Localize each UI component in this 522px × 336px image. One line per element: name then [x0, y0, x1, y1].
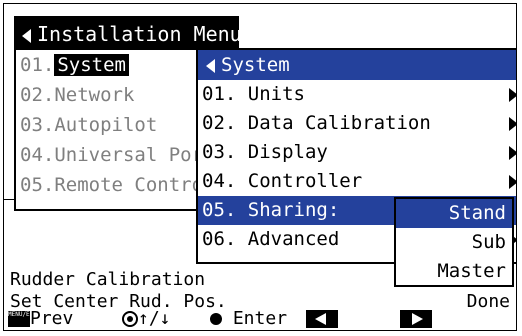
chevron-right-icon [509, 117, 516, 131]
left-key-guide[interactable] [306, 308, 338, 330]
rotary-dial-icon [122, 311, 138, 327]
menu-esc-key-icon: MENU/ESC [8, 311, 37, 327]
scroll-key-guide[interactable]: ↑/↓ [122, 308, 171, 330]
enter-key-guide[interactable]: Enter [210, 308, 287, 330]
key-guide: MENU/ESCPrev ↑/↓ Enter [4, 308, 516, 330]
push-knob-icon [210, 313, 222, 325]
sys-item-data-calibration[interactable]: 02. Data Calibration [198, 109, 516, 138]
chevron-right-icon [509, 175, 516, 189]
chevron-right-icon [509, 146, 516, 160]
right-arrow-key-icon [400, 310, 432, 328]
sys-item-display[interactable]: 03. Display [198, 138, 516, 167]
screen-frame: Installation Menu 01. System 02.Network 0… [3, 3, 517, 331]
back-arrow-icon [22, 28, 31, 43]
chevron-right-icon [509, 88, 516, 102]
system-submenu-title[interactable]: System [198, 50, 516, 80]
left-arrow-key-icon [306, 310, 338, 328]
sys-item-units[interactable]: 01. Units [198, 80, 516, 109]
sharing-options-popup: Stand Alone Sub Master [394, 197, 514, 287]
prev-key-guide[interactable]: MENU/ESCPrev [8, 308, 73, 330]
sys-item-controller[interactable]: 04. Controller [198, 167, 516, 196]
installation-menu-title[interactable]: Installation Menu [16, 18, 242, 50]
right-key-guide[interactable] [400, 308, 432, 330]
sharing-option-stand-alone[interactable]: Stand Alone [396, 199, 512, 253]
sharing-option-master[interactable]: Master [396, 257, 512, 286]
back-arrow-icon [206, 58, 215, 73]
